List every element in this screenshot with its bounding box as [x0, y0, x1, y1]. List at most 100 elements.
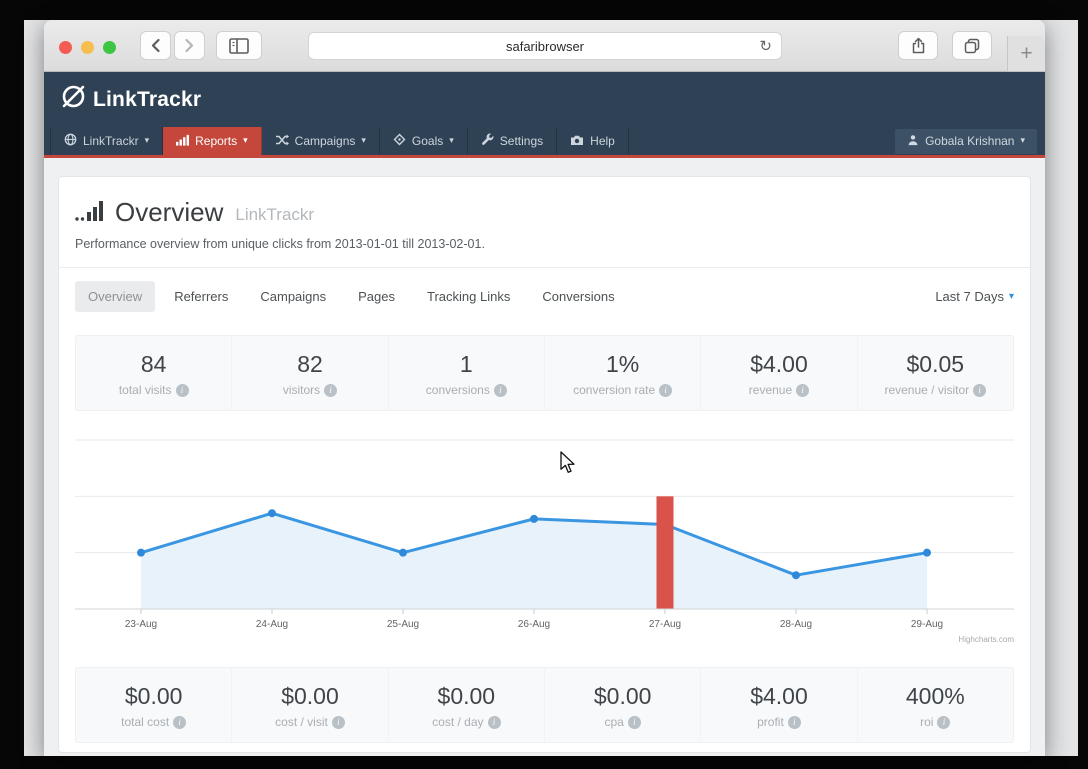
stat-cost-per-visit: $0.00 cost / visit i	[231, 668, 387, 742]
minimize-window-button[interactable]	[81, 41, 94, 54]
tab-conversions[interactable]: Conversions	[529, 281, 627, 312]
info-icon[interactable]: i	[937, 715, 951, 729]
stat-value: $0.00	[437, 683, 496, 709]
chart-credits[interactable]: Highcharts.com	[958, 635, 1014, 644]
back-button[interactable]	[140, 31, 171, 60]
main-navigation: LinkTrackr ▾ Reports ▾ Campaigns ▾ Goals…	[44, 127, 1045, 158]
linktrackr-logo[interactable]: LinkTrackr	[60, 83, 201, 116]
stat-value: 82	[297, 351, 323, 377]
nav-item-settings[interactable]: Settings	[468, 127, 558, 155]
linktrackr-logo-icon	[60, 83, 87, 116]
share-button[interactable]	[898, 31, 938, 60]
nav-label: LinkTrackr	[83, 134, 139, 148]
zoom-window-button[interactable]	[103, 41, 116, 54]
address-bar-text: safaribrowser	[505, 38, 585, 54]
info-icon[interactable]: i	[659, 383, 673, 397]
x-axis-label: 23-Aug	[124, 619, 158, 630]
chevron-right-icon	[184, 38, 195, 53]
user-menu[interactable]: Gobala Krishnan ▾	[895, 128, 1037, 154]
info-icon[interactable]: i	[627, 715, 641, 729]
refresh-icon[interactable]: ↻	[759, 37, 772, 55]
shuffle-icon	[275, 134, 289, 149]
period-label: Last 7 Days	[935, 289, 1004, 304]
report-bar-chart-icon	[75, 199, 105, 226]
info-icon[interactable]: i	[493, 383, 507, 397]
x-axis-label: 29-Aug	[910, 619, 944, 630]
stat-total-cost: $0.00 total cost i	[76, 668, 231, 742]
stat-total-visits: 84 total visits i	[76, 336, 231, 410]
stat-revenue: $4.00 revenue i	[700, 336, 856, 410]
sidebar-button[interactable]	[216, 31, 262, 60]
info-icon[interactable]: i	[973, 383, 987, 397]
nav-item-help[interactable]: Help	[557, 127, 629, 155]
stat-revenue-per-visitor: $0.05 revenue / visitor i	[856, 336, 1013, 410]
chevron-down-icon: ▾	[1020, 136, 1025, 146]
stat-value: $4.00	[750, 351, 808, 377]
nav-item-goals[interactable]: Goals ▾	[380, 127, 468, 155]
address-bar[interactable]: safaribrowser ↻	[308, 32, 782, 60]
x-axis-label: 25-Aug	[386, 619, 420, 630]
plus-icon: +	[1020, 41, 1033, 65]
nav-item-reports[interactable]: Reports ▾	[163, 127, 262, 155]
x-axis-label: 24-Aug	[255, 619, 289, 630]
tab-tracking-links[interactable]: Tracking Links	[414, 281, 523, 312]
screenshot-canvas: safaribrowser ↻ + LinkTrackr LinkTrackr …	[0, 0, 1088, 769]
stat-label: cost / visit	[275, 715, 328, 729]
stat-label: total cost	[121, 715, 170, 729]
stats-row-top: 84 total visits i 82 visitors i 1 conversi…	[75, 335, 1014, 411]
info-icon[interactable]: i	[787, 715, 801, 729]
stat-label: profit	[757, 715, 784, 729]
info-icon[interactable]: i	[331, 715, 345, 729]
tab-overview[interactable]: Overview	[75, 281, 156, 312]
stat-value: $0.05	[906, 351, 965, 377]
stat-profit: $4.00 profit i	[700, 668, 856, 742]
stat-value: $0.00	[593, 683, 652, 709]
nav-item-linktrackr[interactable]: LinkTrackr ▾	[50, 127, 164, 155]
visits-chart[interactable]: 23-Aug 24-Aug 25-Aug 26-Aug 27-Aug 28-Aug 29-A…	[75, 413, 1014, 663]
overview-card: Overview LinkTrackr Performance overview…	[58, 176, 1031, 753]
info-icon[interactable]: i	[796, 383, 810, 397]
stat-label: cost / day	[432, 715, 484, 729]
stat-value: $0.00	[124, 683, 183, 709]
stat-cost-per-day: $0.00 cost / day i	[387, 668, 544, 742]
user-name: Gobala Krishnan	[925, 134, 1015, 148]
info-icon[interactable]: i	[175, 383, 189, 397]
stat-label: revenue	[748, 383, 793, 397]
period-selector[interactable]: Last 7 Days ▾	[935, 289, 1014, 304]
stat-value: 1%	[606, 351, 640, 377]
x-axis-label: 27-Aug	[648, 619, 682, 630]
nav-item-campaigns[interactable]: Campaigns ▾	[262, 127, 380, 155]
chevron-down-icon: ▾	[1008, 291, 1014, 302]
report-tabs: Overview Referrers Campaigns Pages Track…	[59, 268, 1030, 325]
info-icon[interactable]: i	[173, 715, 187, 729]
stat-label: total visits	[118, 383, 172, 397]
chevron-down-icon: ▾	[243, 136, 248, 146]
stat-label: conversion rate	[573, 383, 656, 397]
camera-icon	[570, 134, 584, 149]
stat-conversions: 1 conversions i	[387, 336, 544, 410]
diamond-icon	[393, 133, 406, 149]
stat-label: roi	[920, 715, 934, 729]
nav-label: Reports	[195, 134, 238, 148]
stat-roi: 400% roi i	[856, 668, 1013, 742]
nav-label: Settings	[499, 134, 544, 148]
info-icon[interactable]: i	[487, 715, 501, 729]
page-content: Overview LinkTrackr Performance overview…	[44, 158, 1045, 753]
stat-value: 1	[459, 351, 473, 377]
tab-referrers[interactable]: Referrers	[161, 281, 241, 312]
x-axis-label: 28-Aug	[779, 619, 813, 630]
tab-campaigns[interactable]: Campaigns	[247, 281, 339, 312]
tab-pages[interactable]: Pages	[345, 281, 408, 312]
forward-button[interactable]	[174, 31, 205, 60]
stats-row-bottom: $0.00 total cost i $0.00 cost / visit i $0…	[75, 667, 1014, 743]
info-icon[interactable]: i	[324, 383, 338, 397]
person-icon	[907, 134, 919, 149]
tab-overview-button[interactable]	[952, 31, 992, 60]
browser-window: safaribrowser ↻ + LinkTrackr LinkTrackr …	[44, 20, 1045, 756]
sidebar-icon	[229, 37, 249, 54]
page-header: Overview LinkTrackr Performance overview…	[59, 177, 1030, 267]
chevron-left-icon	[150, 38, 161, 53]
close-window-button[interactable]	[59, 41, 72, 54]
page-title-suffix: LinkTrackr	[235, 204, 315, 224]
new-tab-button[interactable]: +	[1007, 36, 1045, 72]
